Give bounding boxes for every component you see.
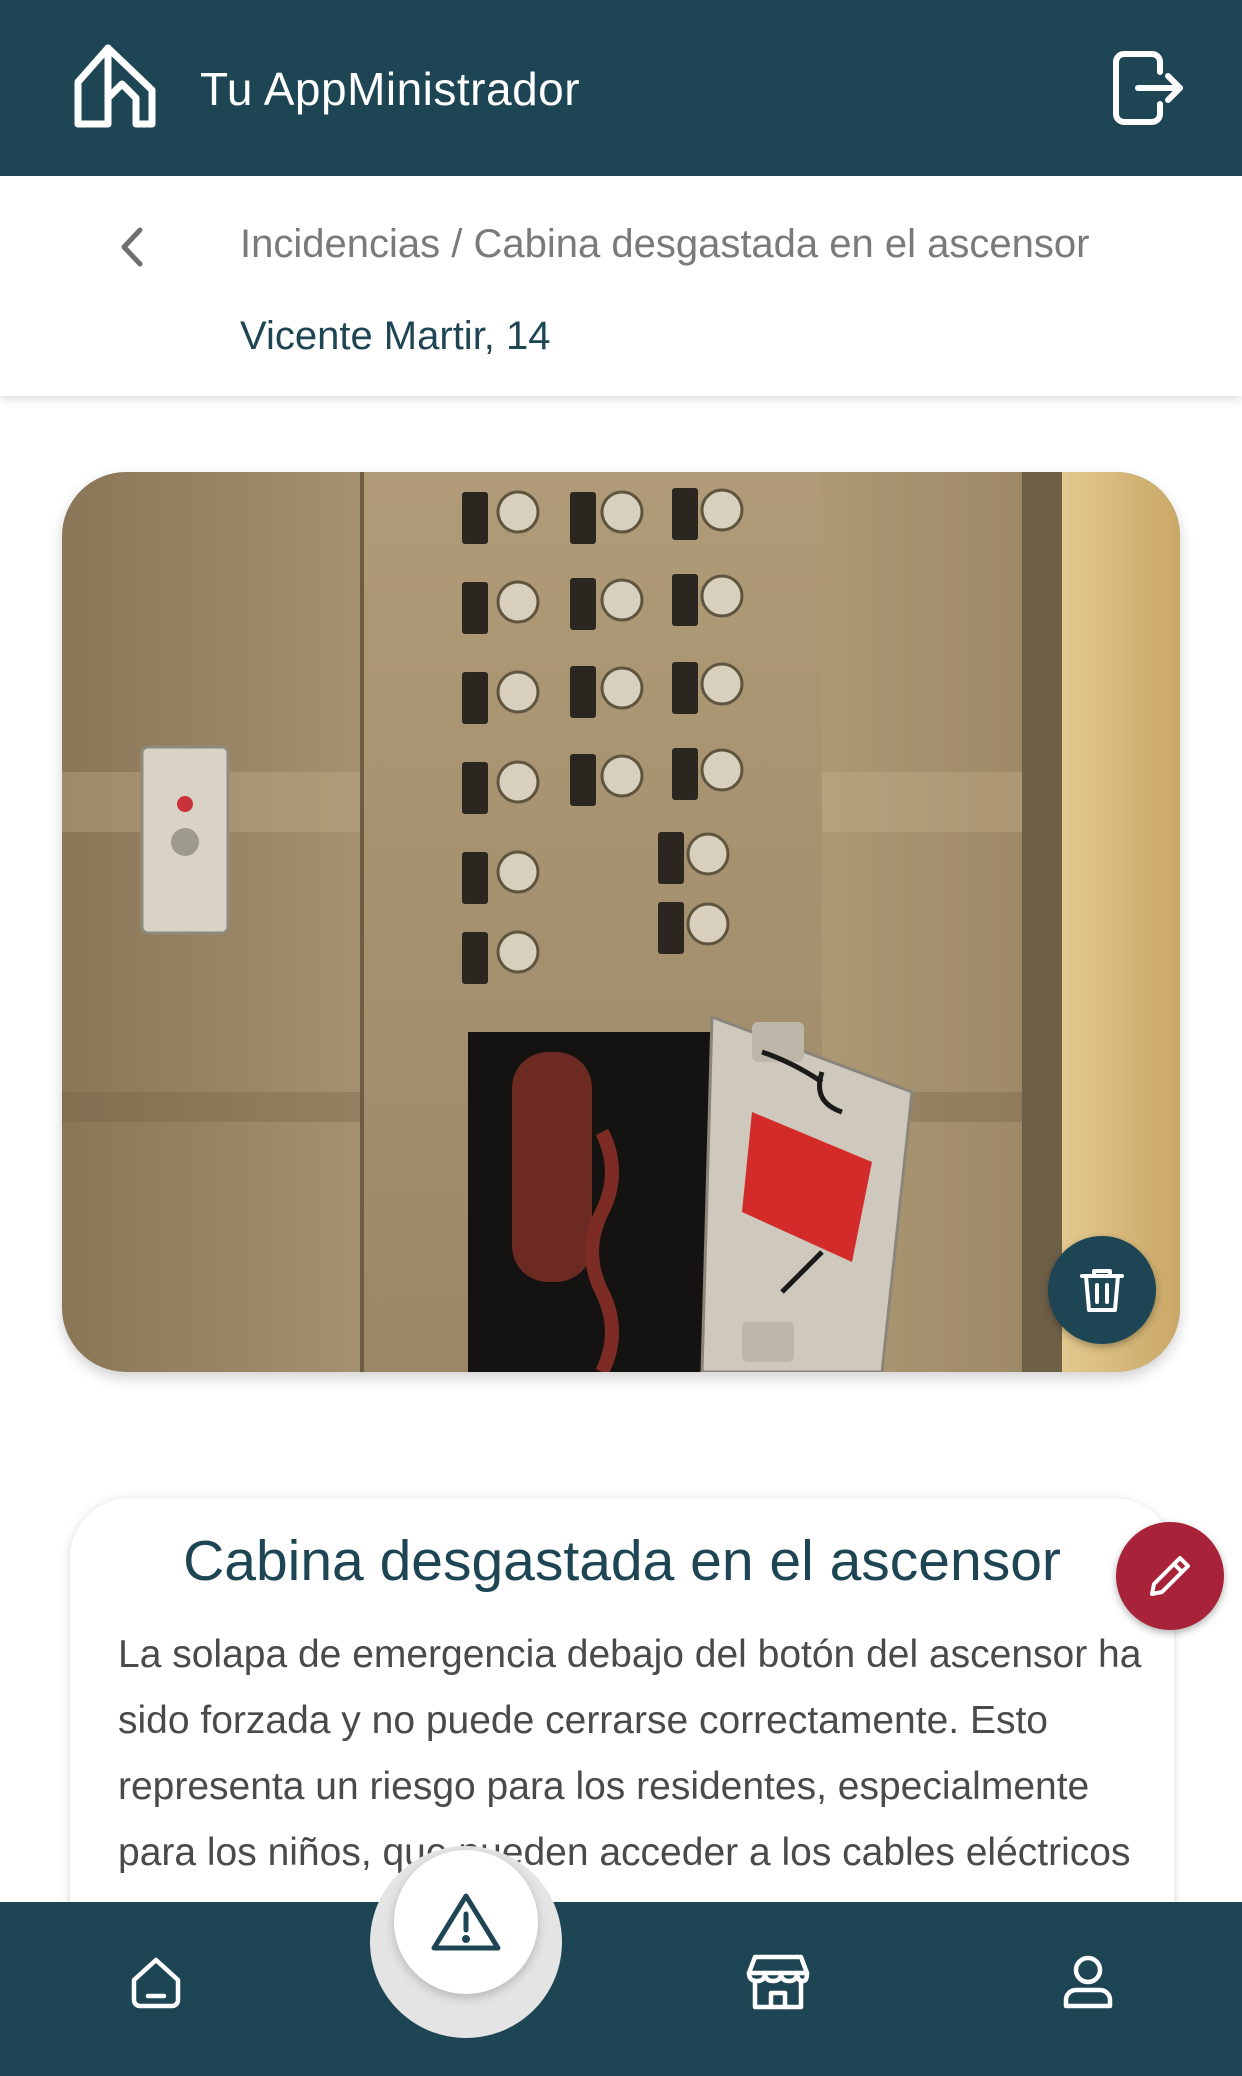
trash-icon — [1080, 1269, 1124, 1312]
user-icon — [1063, 1955, 1113, 2009]
incident-title: Cabina desgastada en el ascensor — [183, 1529, 1061, 1593]
home-icon — [131, 1957, 181, 2009]
delete-photo-button[interactable] — [1048, 1236, 1156, 1344]
building-address: Vicente Martir, 14 — [240, 314, 551, 358]
warning-triangle-icon — [431, 1893, 501, 1951]
bottom-navigation — [0, 1902, 1242, 2076]
nav-store[interactable] — [738, 1942, 818, 2022]
app-title: Tu AppMinistrador — [200, 63, 581, 115]
edit-button[interactable] — [1116, 1522, 1224, 1630]
nav-profile[interactable] — [1048, 1942, 1128, 2022]
logout-icon[interactable] — [1112, 48, 1186, 128]
nav-home[interactable] — [116, 1942, 196, 2022]
store-icon — [746, 1954, 810, 2010]
elevator-panel-photo — [62, 472, 1180, 1372]
chevron-left-icon[interactable] — [110, 220, 154, 274]
pencil-icon — [1150, 1556, 1190, 1596]
breadcrumb: Incidencias / Cabina desgastada en el as… — [240, 222, 1090, 266]
house-outline-logo-icon — [70, 40, 160, 130]
report-incident-button[interactable] — [394, 1850, 538, 1994]
app-header: Tu AppMinistrador — [0, 0, 1242, 176]
breadcrumb-bar: Incidencias / Cabina desgastada en el as… — [0, 176, 1242, 396]
